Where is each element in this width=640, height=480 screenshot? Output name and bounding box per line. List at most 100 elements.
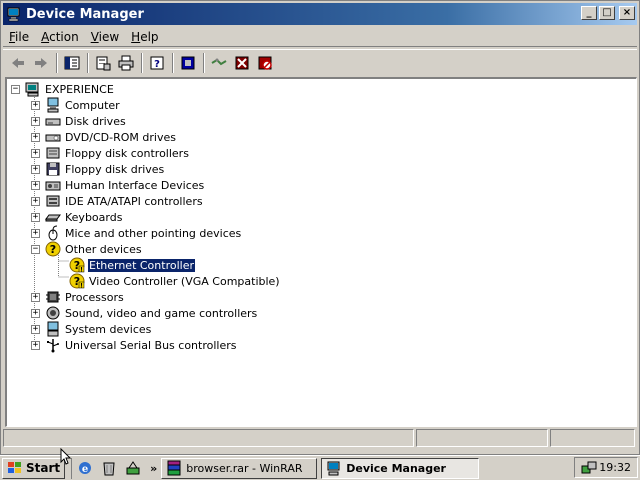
quick-launch-more[interactable]: »: [150, 462, 157, 475]
tree-node-label: Sound, video and game controllers: [65, 306, 258, 320]
start-label: Start: [26, 461, 61, 475]
mouse-icon: [45, 225, 61, 241]
properties-icon[interactable]: [92, 52, 114, 74]
tree-node-label: Other devices: [65, 242, 142, 256]
tree-node-system-devices[interactable]: + System devices: [31, 321, 281, 337]
tree-node-other-devices[interactable]: −? Other devices: [31, 241, 281, 257]
toolbar-separator: [56, 52, 58, 73]
device-manager-icon: [327, 461, 340, 476]
update-driver-icon[interactable]: [177, 52, 199, 74]
tree-node-ide-ata-atapi-controllers[interactable]: + IDE ATA/ATAPI controllers: [31, 193, 281, 209]
tree-node-label: Keyboards: [65, 210, 123, 224]
unknown-device-icon: ?: [45, 241, 61, 257]
mouse-cursor-icon: [60, 448, 72, 465]
tree-node-label: Disk drives: [65, 114, 126, 128]
expander[interactable]: +: [31, 196, 40, 206]
maximize-button[interactable]: □: [599, 6, 615, 20]
scan-hardware-icon[interactable]: [208, 52, 230, 74]
cdrom-icon: [45, 129, 61, 145]
expander[interactable]: +: [31, 148, 40, 158]
tree-node-sound-video-and-game-controllers[interactable]: + Sound, video and game controllers: [31, 305, 281, 321]
clock[interactable]: 19:32: [599, 461, 631, 474]
title-bar[interactable]: Device Manager _ □ ×: [3, 3, 637, 25]
recycle-bin-icon[interactable]: [100, 459, 118, 477]
tree-node-label: DVD/CD-ROM drives: [65, 130, 176, 144]
menu-help-label: elp: [140, 29, 159, 44]
svg-text:?: ?: [50, 243, 56, 256]
tree-node-keyboards[interactable]: + Keyboards: [31, 209, 281, 225]
tree-node-label: Video Controller (VGA Compatible): [89, 274, 280, 288]
menu-view[interactable]: View: [85, 30, 125, 44]
minimize-button[interactable]: _: [581, 6, 597, 20]
tree-node-processors[interactable]: + Processors: [31, 289, 281, 305]
back-icon[interactable]: [7, 52, 29, 74]
uninstall-icon[interactable]: [231, 52, 253, 74]
tree-root[interactable]: − EXPERIENCE: [11, 81, 281, 97]
expander[interactable]: +: [31, 324, 40, 334]
expander[interactable]: +: [31, 292, 40, 302]
floppy-icon: [45, 161, 61, 177]
menu-bar: File Action View Help: [3, 27, 637, 47]
toolbar-separator: [87, 52, 89, 73]
warning-device-icon: ?!: [69, 257, 85, 273]
taskbar-button-winrar[interactable]: browser.rar - WinRAR: [161, 457, 318, 479]
menu-action[interactable]: Action: [35, 30, 85, 44]
tree-node-video-controller-vga-compatible[interactable]: ?! Video Controller (VGA Compatible): [69, 273, 281, 289]
window-title: Device Manager: [26, 6, 144, 22]
tree-node-floppy-disk-controllers[interactable]: + Floppy disk controllers: [31, 145, 281, 161]
network-status-icon[interactable]: [581, 460, 597, 476]
close-button[interactable]: ×: [619, 6, 635, 20]
expander[interactable]: +: [31, 164, 40, 174]
tree-node-disk-drives[interactable]: + Disk drives: [31, 113, 281, 129]
taskbar-button-device-manager[interactable]: Device Manager: [321, 457, 480, 479]
device-tree-pane[interactable]: − EXPERIENCE + Computer + Disk drives + DVD/C…: [5, 77, 637, 427]
computer-icon: [45, 97, 61, 113]
expander-collapse[interactable]: −: [11, 84, 20, 94]
toolbar: ?: [3, 49, 637, 75]
tree-node-floppy-disk-drives[interactable]: + Floppy disk drives: [31, 161, 281, 177]
tree-node-label: IDE ATA/ATAPI controllers: [65, 194, 203, 208]
expander[interactable]: +: [31, 100, 40, 110]
start-button[interactable]: Start: [2, 457, 66, 479]
disable-icon[interactable]: [254, 52, 276, 74]
expander[interactable]: +: [31, 180, 40, 190]
toolbar-separator: [141, 52, 143, 73]
expander[interactable]: +: [31, 132, 40, 142]
ide-icon: [45, 193, 61, 209]
warning-device-icon: ?!: [69, 273, 85, 289]
toolbar-separator: [203, 52, 205, 73]
forward-icon[interactable]: [30, 52, 52, 74]
network-tool-icon[interactable]: [124, 459, 142, 477]
tree-node-computer[interactable]: + Computer: [31, 97, 281, 113]
usb-icon: [45, 337, 61, 353]
sound-icon: [45, 305, 61, 321]
tree-node-ethernet-controller[interactable]: ?! Ethernet Controller: [69, 257, 281, 273]
tree-node-human-interface-devices[interactable]: + Human Interface Devices: [31, 177, 281, 193]
menu-file[interactable]: File: [3, 30, 35, 44]
tree-node-universal-serial-bus-controllers[interactable]: + Universal Serial Bus controllers: [31, 337, 281, 353]
taskbar-button-label: browser.rar - WinRAR: [186, 461, 303, 475]
tree-node-mice-and-other-pointing-devices[interactable]: + Mice and other pointing devices: [31, 225, 281, 241]
menu-action-label: ction: [49, 29, 79, 44]
expander[interactable]: −: [31, 244, 40, 254]
show-hide-tree-icon[interactable]: [61, 52, 83, 74]
menu-help[interactable]: Help: [125, 30, 164, 44]
print-icon[interactable]: [115, 52, 137, 74]
menu-view-label: iew: [98, 29, 120, 44]
expander[interactable]: +: [31, 308, 40, 318]
tree-node-dvd-cd-rom-drives[interactable]: + DVD/CD-ROM drives: [31, 129, 281, 145]
quick-launch: e »: [71, 457, 157, 479]
internet-explorer-icon[interactable]: e: [76, 459, 94, 477]
tree-node-label: Ethernet Controller: [87, 257, 196, 273]
tree-root-label: EXPERIENCE: [45, 82, 114, 96]
status-panel: [3, 429, 414, 447]
expander[interactable]: +: [31, 228, 40, 238]
expander[interactable]: +: [31, 340, 40, 350]
device-tree: − EXPERIENCE + Computer + Disk drives + DVD/C…: [11, 81, 281, 353]
expander[interactable]: +: [31, 212, 40, 222]
expander[interactable]: +: [31, 116, 40, 126]
tree-node-label: Computer: [65, 98, 120, 112]
device-manager-icon: [7, 7, 20, 22]
taskbar-button-label: Device Manager: [346, 461, 446, 475]
help-icon[interactable]: ?: [146, 52, 168, 74]
